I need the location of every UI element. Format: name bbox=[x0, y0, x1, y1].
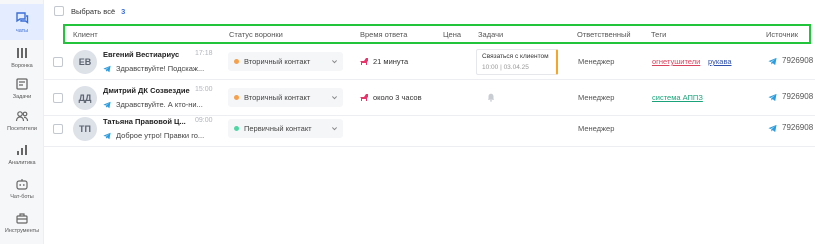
table-header: Клиент Статус воронки Время ответа Цена … bbox=[63, 24, 811, 44]
sidebar-item-label: Задачи bbox=[12, 93, 32, 100]
task-card[interactable]: Связаться с клиентом 10:00 | 03.04.25 bbox=[476, 49, 558, 75]
telegram-icon bbox=[768, 124, 777, 133]
header-client[interactable]: Клиент bbox=[73, 30, 98, 39]
tools-icon bbox=[16, 212, 28, 224]
message-time: 09:00 bbox=[195, 117, 213, 124]
response-time-icon bbox=[360, 94, 368, 101]
last-message: Здравствуйте! Подскаж... bbox=[116, 64, 205, 73]
response-time-value: около 3 часов bbox=[373, 93, 422, 102]
responsible-value: Менеджер bbox=[578, 93, 615, 102]
funnel-status-select[interactable]: Вторичный контакт bbox=[228, 52, 343, 71]
tag[interactable]: огнетушители bbox=[652, 57, 700, 66]
toolbar: Выбрать всё 3 bbox=[44, 0, 815, 22]
telegram-icon bbox=[103, 101, 111, 109]
status-dot bbox=[234, 95, 239, 100]
analytics-icon bbox=[17, 144, 27, 155]
chevron-down-icon bbox=[331, 96, 338, 100]
sidebar-item-label: Аналитика bbox=[8, 159, 36, 166]
status-dot bbox=[234, 59, 239, 64]
source-value[interactable]: 7926908 bbox=[782, 92, 813, 101]
sidebar-item-chats[interactable]: чаты bbox=[0, 4, 44, 40]
avatar: ЕВ bbox=[73, 50, 97, 74]
table-row[interactable]: ЕВ Евгений Вестиариус 17:18 Здравствуйте… bbox=[44, 44, 815, 80]
tag[interactable]: система АППЗ bbox=[652, 93, 703, 102]
funnel-status-value: Вторичный контакт bbox=[244, 57, 311, 66]
task-date: 10:00 | 03.04.25 bbox=[482, 64, 529, 71]
telegram-icon bbox=[768, 93, 777, 102]
sidebar-item-label: Чат-боты bbox=[10, 193, 34, 200]
avatar: ДД bbox=[73, 86, 97, 110]
header-tasks[interactable]: Задачи bbox=[478, 30, 503, 39]
avatar: ТП bbox=[73, 117, 97, 141]
sidebar-item-visitors[interactable]: Посетители bbox=[0, 102, 44, 138]
chevron-down-icon bbox=[331, 60, 338, 64]
last-message: Здравствуйте. А кто-ни... bbox=[116, 100, 203, 109]
message-time: 15:00 bbox=[195, 86, 213, 93]
select-all-checkbox[interactable] bbox=[54, 6, 64, 16]
row-checkbox[interactable] bbox=[53, 93, 63, 103]
select-all-label[interactable]: Выбрать всё bbox=[71, 7, 115, 16]
sidebar: чаты Воронка Задачи Посетители Аналитика… bbox=[0, 0, 44, 244]
header-tags[interactable]: Теги bbox=[651, 30, 666, 39]
last-message: Доброе утро! Правки го... bbox=[116, 131, 205, 140]
row-checkbox[interactable] bbox=[53, 124, 63, 134]
message-time: 17:18 bbox=[195, 50, 213, 57]
bell-icon[interactable] bbox=[487, 93, 495, 102]
status-dot bbox=[234, 126, 239, 131]
sidebar-item-chatbots[interactable]: Чат-боты bbox=[0, 170, 44, 206]
header-response-time[interactable]: Время ответа bbox=[360, 30, 407, 39]
sidebar-item-tasks[interactable]: Задачи bbox=[0, 70, 44, 106]
table-row[interactable]: ТП Татьяна Правовой Ц... 09:00 Доброе ут… bbox=[44, 111, 815, 147]
client-name[interactable]: Дмитрий ДК Созвездие bbox=[103, 86, 190, 95]
sidebar-item-label: Посетители bbox=[7, 125, 37, 132]
response-time-icon bbox=[360, 58, 368, 65]
task-title: Связаться с клиентом bbox=[482, 53, 549, 60]
sidebar-item-tools[interactable]: Инструменты bbox=[0, 204, 44, 240]
row-checkbox[interactable] bbox=[53, 57, 63, 67]
funnel-status-select[interactable]: Вторичный контакт bbox=[228, 88, 343, 107]
client-name[interactable]: Татьяна Правовой Ц... bbox=[103, 117, 186, 126]
funnel-icon bbox=[17, 47, 27, 58]
header-source[interactable]: Источник bbox=[766, 30, 798, 39]
visitors-icon bbox=[15, 110, 29, 121]
funnel-status-value: Первичный контакт bbox=[244, 124, 312, 133]
chatbot-icon bbox=[16, 178, 28, 190]
sidebar-item-label: Инструменты bbox=[4, 227, 40, 234]
response-time-value: 21 минута bbox=[373, 57, 409, 66]
chevron-down-icon bbox=[331, 127, 338, 131]
telegram-icon bbox=[768, 57, 777, 66]
header-responsible[interactable]: Ответственный bbox=[577, 30, 631, 39]
responsible-value: Менеджер bbox=[578, 57, 615, 66]
chat-icon bbox=[16, 11, 29, 24]
source-value[interactable]: 7926908 bbox=[782, 123, 813, 132]
sidebar-item-analytics[interactable]: Аналитика bbox=[0, 136, 44, 172]
responsible-value: Менеджер bbox=[578, 124, 615, 133]
source-value[interactable]: 7926908 bbox=[782, 56, 813, 65]
tasks-icon bbox=[16, 77, 28, 90]
sidebar-item-label: Воронка bbox=[11, 62, 33, 69]
selected-count: 3 bbox=[121, 6, 126, 16]
funnel-status-value: Вторичный контакт bbox=[244, 93, 311, 102]
telegram-icon bbox=[103, 132, 111, 140]
header-price[interactable]: Цена bbox=[443, 30, 461, 39]
telegram-icon bbox=[103, 65, 111, 73]
client-name[interactable]: Евгений Вестиариус bbox=[103, 50, 179, 59]
tag[interactable]: рукава bbox=[708, 57, 732, 66]
header-funnel-status[interactable]: Статус воронки bbox=[229, 30, 283, 39]
funnel-status-select[interactable]: Первичный контакт bbox=[228, 119, 343, 138]
sidebar-item-label: чаты bbox=[15, 27, 29, 34]
